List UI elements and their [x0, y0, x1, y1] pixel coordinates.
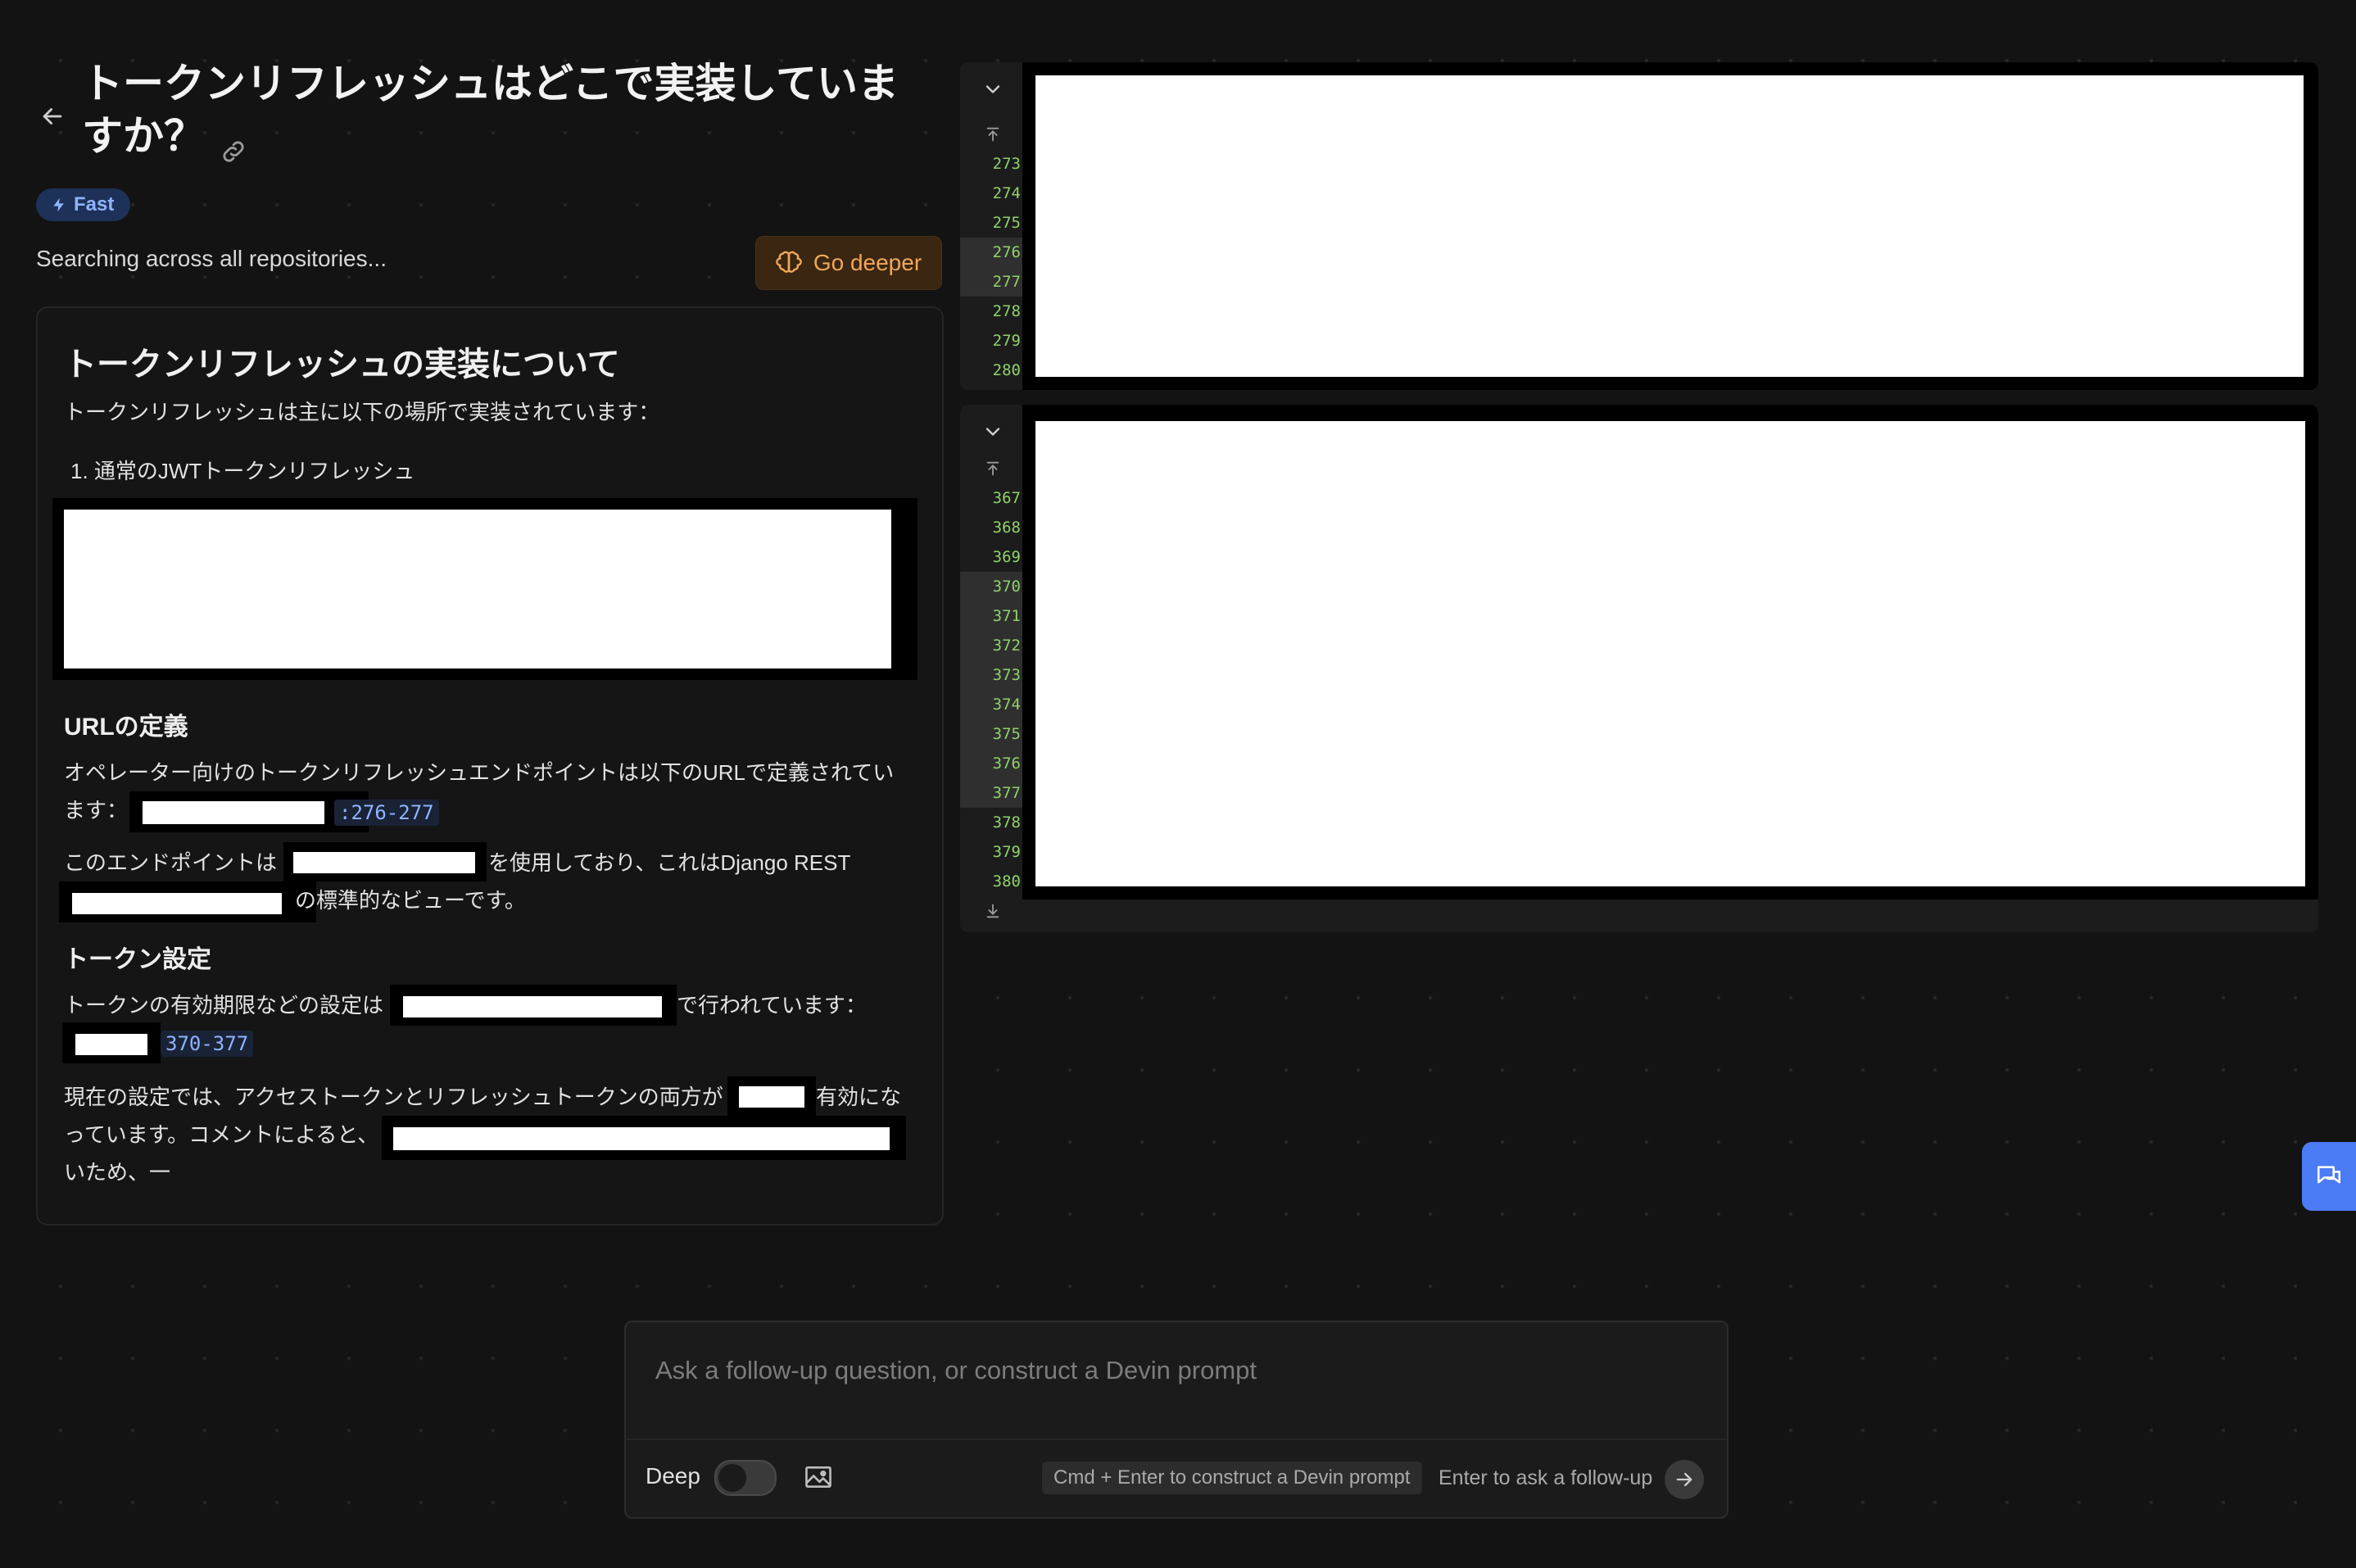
brain-icon — [775, 251, 802, 273]
url-text-line1: オペレーター向けのトークンリフレッシュエンドポイントは以下のURLで定義されてい — [64, 760, 895, 785]
redacted-code-panel-2 — [1022, 405, 2318, 900]
current-text-2: 有効にな — [816, 1085, 902, 1109]
line-number: 371 — [960, 601, 1026, 631]
line-number: 373 — [960, 660, 1026, 690]
line-number: 375 — [960, 719, 1026, 749]
line-number: 276 — [960, 238, 1026, 267]
line-number: 379 — [992, 843, 1021, 861]
current-text-1: 現在の設定では、アクセストークンとリフレッシュトークンの両方が — [64, 1085, 723, 1109]
redacted-code-block — [52, 498, 917, 680]
line-number: 367 — [992, 489, 1021, 507]
token-line-ref[interactable]: 370-377 — [161, 1031, 254, 1057]
redacted-view-name — [283, 842, 487, 881]
token-text-1: トークンの有効期限などの設定は — [64, 993, 384, 1017]
url-heading: URLの定義 — [64, 714, 188, 741]
chat-icon — [2317, 1166, 2341, 1184]
send-button[interactable] — [1665, 1460, 1704, 1499]
input-divider — [626, 1439, 1727, 1440]
deep-toggle[interactable] — [714, 1460, 777, 1496]
code-panel-2: 367 368 369 370 371 372 373 374 375 376 377 378 379 3… — [960, 405, 2318, 932]
chat-toggle-button[interactable] — [2302, 1142, 2356, 1211]
cmd-enter-hint: Cmd + Enter to construct a Devin prompt — [1042, 1462, 1422, 1494]
redacted-comment — [382, 1116, 906, 1160]
go-deeper-button[interactable]: Go deeper — [755, 236, 942, 290]
expand-down-icon[interactable] — [960, 896, 1026, 926]
page-title-text: トークンリフレッシュはどこで実装していますか？ — [82, 61, 899, 159]
line-number: 278 — [992, 302, 1021, 320]
token-text-2: で行われています： — [677, 993, 867, 1017]
line-number: 277 — [960, 267, 1026, 297]
deep-label: Deep — [646, 1463, 700, 1489]
line-number: 376 — [960, 749, 1026, 778]
arrow-right-icon — [1676, 1472, 1692, 1487]
redacted-settings-ref — [62, 1022, 161, 1063]
line-number: 377 — [960, 778, 1026, 808]
code-panel-1: 273 274 275 276 277 278 279 280 — [960, 62, 2318, 390]
chevron-down-icon[interactable] — [981, 420, 1004, 447]
link-icon[interactable] — [220, 125, 247, 162]
url-text-label: ます： — [64, 798, 129, 823]
follow-up-input[interactable] — [654, 1345, 1697, 1396]
redacted-library-name — [59, 881, 316, 922]
current-text-3: っています。コメントによると、 — [64, 1122, 379, 1147]
line-number: 380 — [992, 872, 1021, 890]
line-number: 279 — [992, 332, 1021, 350]
current-text-4: いため、一 — [64, 1160, 171, 1185]
list-item-jwt: 1. 通常のJWTトークンリフレッシュ — [70, 459, 415, 483]
redacted-duration — [727, 1076, 816, 1116]
line-number: 372 — [960, 631, 1026, 660]
line-number: 378 — [992, 813, 1021, 832]
endpoint-text-3: の標準的なビューです。 — [295, 888, 526, 913]
code-panel-2-gutter: 367 368 369 370 371 372 373 374 375 376 377 378 379 3… — [960, 454, 1026, 926]
line-number: 280 — [992, 361, 1021, 379]
lightning-icon — [53, 197, 64, 212]
line-number: 275 — [992, 214, 1021, 232]
line-number: 369 — [992, 548, 1021, 566]
endpoint-text-2: を使用しており、これはDjango REST — [488, 850, 851, 875]
line-number: 374 — [960, 690, 1026, 719]
answer-card: トークンリフレッシュの実装について トークンリフレッシュは主に以下の場所で実装さ… — [36, 306, 944, 1226]
toggle-knob — [718, 1464, 746, 1492]
mode-badge-label: Fast — [74, 193, 115, 215]
token-heading: トークン設定 — [64, 946, 211, 973]
expand-up-icon[interactable] — [960, 120, 1026, 149]
status-text: Searching across all repositories... — [36, 246, 387, 271]
line-number: 368 — [992, 519, 1021, 537]
redacted-settings-file — [390, 985, 677, 1026]
line-number: 274 — [992, 184, 1021, 202]
code-panel-1-gutter: 273 274 275 276 277 278 279 280 — [960, 120, 1026, 385]
line-number: 370 — [960, 572, 1026, 601]
answer-intro: トークンリフレッシュは主に以下の場所で実装されています： — [64, 400, 660, 424]
image-upload-button[interactable] — [800, 1460, 837, 1494]
url-text-line2: ます： — [64, 791, 128, 829]
redacted-code-panel-1 — [1022, 62, 2318, 390]
line-number: 273 — [992, 155, 1021, 173]
page-title: トークンリフレッシュはどこで実装していますか？ — [82, 57, 934, 162]
image-icon — [805, 1466, 831, 1488]
go-deeper-label: Go deeper — [813, 250, 922, 275]
arrow-left-icon — [43, 108, 62, 125]
url-line-ref[interactable]: :276-277 — [334, 800, 439, 826]
enter-hint: Enter to ask a follow-up — [1439, 1466, 1653, 1489]
back-button[interactable] — [33, 97, 72, 136]
follow-up-input-box: Deep Cmd + Enter to construct a Devin pr… — [624, 1321, 1728, 1519]
expand-up-icon[interactable] — [960, 454, 1026, 483]
mode-badge: Fast — [36, 188, 131, 221]
answer-heading: トークンリフレッシュの実装について — [64, 347, 620, 383]
endpoint-text-1: このエンドポイントは — [64, 850, 278, 875]
chevron-down-icon[interactable] — [981, 78, 1004, 105]
redacted-file-ref — [129, 791, 369, 832]
